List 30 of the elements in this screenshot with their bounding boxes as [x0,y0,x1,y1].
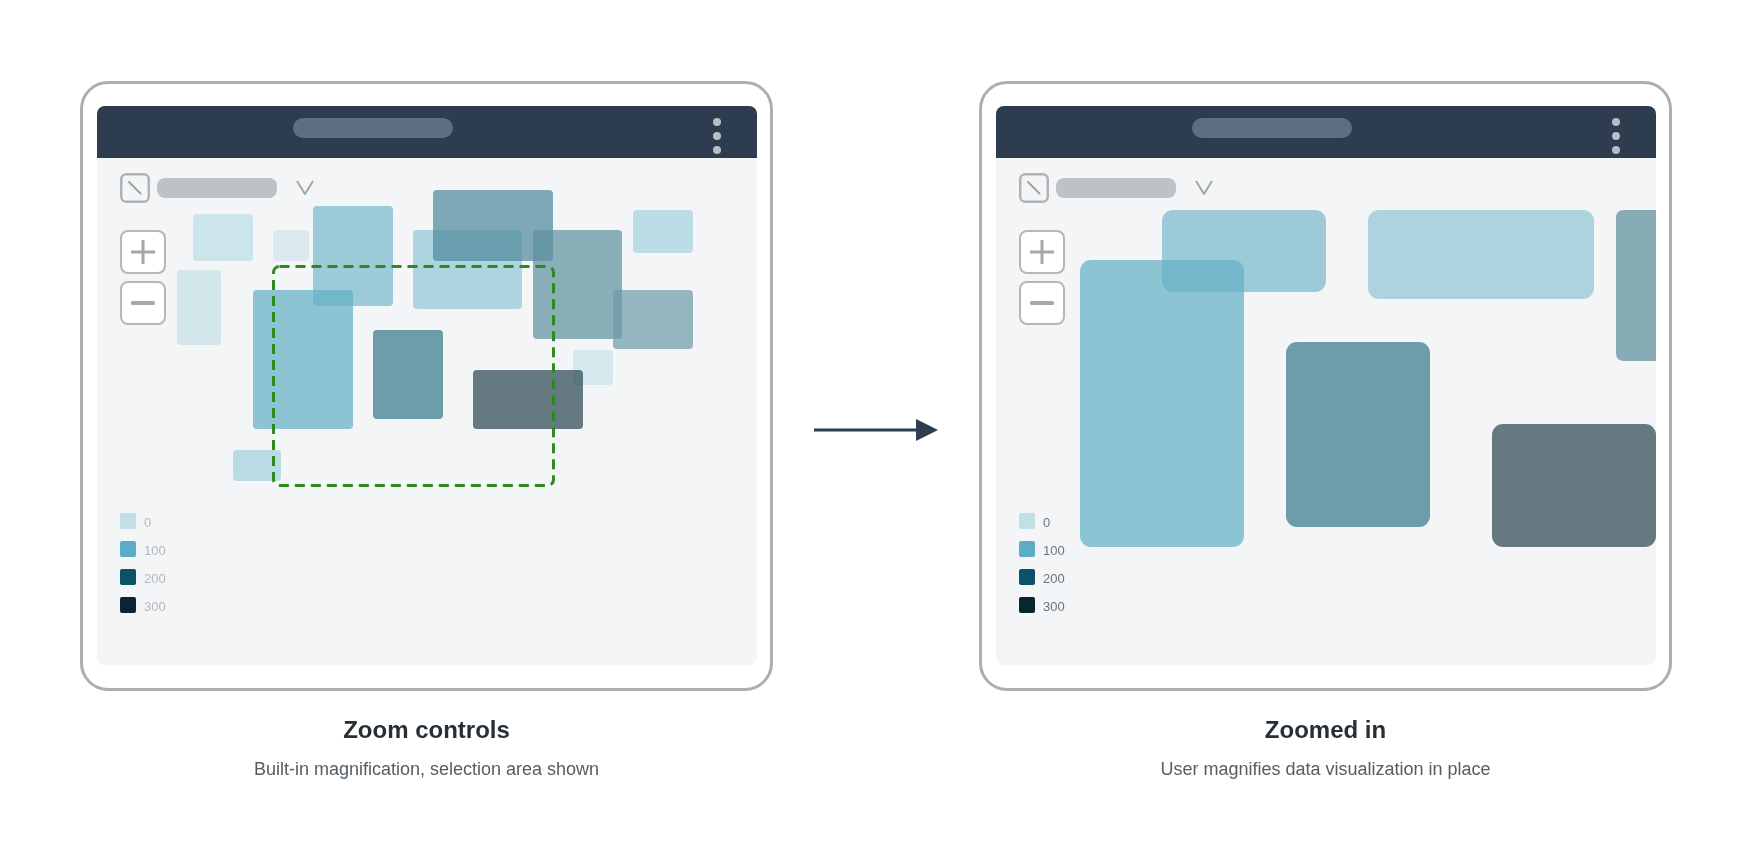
caption-text: Built-in magnification, selection area shown [253,757,600,780]
legend-label: 100 [144,543,166,559]
caption-text: User magnifies data visualization in place [1160,757,1491,780]
plus-icon [131,239,155,264]
plus-icon [1030,239,1054,264]
legend-label: 0 [1043,515,1051,531]
kebab-menu-icon[interactable] [1612,117,1620,154]
zoom-out-button[interactable] [120,280,166,325]
data-tile [233,449,281,481]
legend-label: 300 [144,599,166,615]
caption-title: Zoomed in [1264,715,1387,744]
legend-label: 100 [1043,543,1065,559]
data-tile [193,213,253,261]
legend-label: 200 [144,571,166,587]
slash-square-icon[interactable] [120,172,150,203]
zoom-in-button[interactable] [120,229,166,274]
zoom-out-button[interactable] [1019,280,1065,325]
minus-icon [131,300,155,305]
chevron-down-icon[interactable] [296,180,314,195]
chevron-down-icon[interactable] [1195,180,1213,195]
caption-title: Zoom controls [343,715,510,744]
data-tile [573,349,613,385]
legend-label: 200 [1043,571,1065,587]
minus-icon [1030,300,1054,305]
kebab-menu-icon[interactable] [713,117,721,154]
data-tile [633,209,693,253]
legend-label: 0 [144,515,152,531]
slash-square-icon[interactable] [1019,172,1049,203]
legend-label: 300 [1043,599,1065,615]
zoom-in-button[interactable] [1019,229,1065,274]
